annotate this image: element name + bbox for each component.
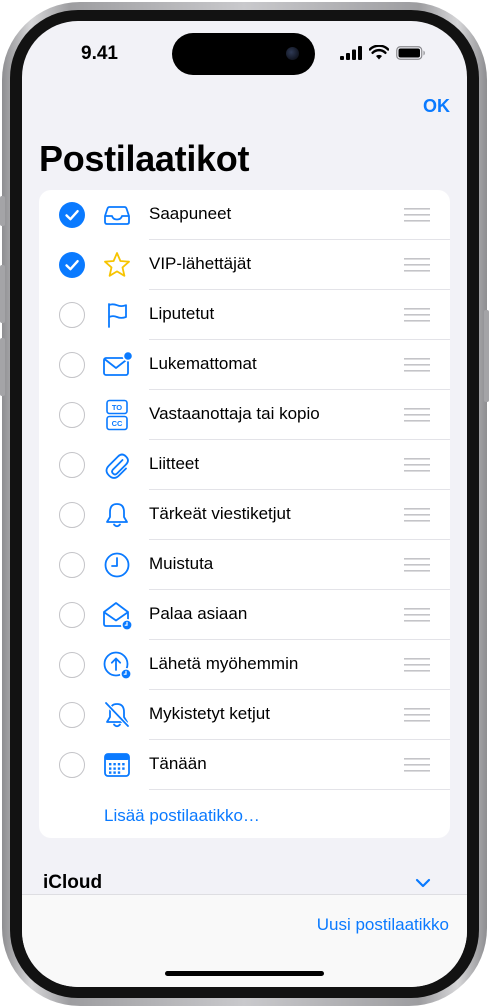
- mailbox-label: Palaa asiaan: [149, 604, 248, 623]
- page-title: Postilaatikot: [39, 138, 250, 179]
- mailbox-label: VIP-lähettäjät: [149, 254, 252, 273]
- reorder-handle-icon[interactable]: [404, 608, 430, 622]
- status-icons: [340, 45, 426, 60]
- checkbox-unchecked[interactable]: [59, 602, 85, 628]
- mailbox-label: Liitteet: [149, 454, 200, 473]
- add-mailbox-link[interactable]: Lisää postilaatikko…: [104, 806, 260, 826]
- mailbox-label: Lukemattomat: [149, 354, 257, 373]
- mailbox-row-muistuta[interactable]: Muistuta: [39, 540, 450, 590]
- screen: 9.41 OK Postilaatikot Saapuneet VIP-lähe…: [22, 21, 467, 987]
- send-later-icon: [103, 651, 132, 680]
- checkbox-unchecked[interactable]: [59, 702, 85, 728]
- checkmark-icon: [65, 260, 79, 271]
- bottom-toolbar: Uusi postilaatikko: [22, 894, 467, 987]
- mailbox-row-mykistetyt[interactable]: Mykistetyt ketjut: [39, 690, 450, 740]
- row-separator: [149, 789, 450, 790]
- inbox-tray-icon: [104, 206, 130, 225]
- reorder-handle-icon[interactable]: [404, 458, 430, 472]
- mailbox-label: Tänään: [149, 754, 207, 773]
- mailbox-label: Saapuneet: [149, 204, 232, 223]
- checkmark-icon: [65, 210, 79, 221]
- reorder-handle-icon[interactable]: [404, 208, 430, 222]
- to-cc-icon: TO CC: [106, 399, 128, 431]
- bell-slash-icon: [104, 701, 130, 728]
- mailbox-label: Muistuta: [149, 554, 214, 573]
- mailbox-row-tanaan[interactable]: Tänään: [39, 740, 450, 790]
- checkbox-unchecked[interactable]: [59, 452, 85, 478]
- reorder-handle-icon[interactable]: [404, 408, 430, 422]
- envelope-unread-icon: [103, 350, 133, 376]
- volume-down-button: [0, 338, 5, 396]
- front-camera: [286, 47, 299, 60]
- new-mailbox-button[interactable]: Uusi postilaatikko: [317, 915, 449, 935]
- home-indicator[interactable]: [165, 971, 324, 976]
- reorder-handle-icon[interactable]: [404, 358, 430, 372]
- reorder-handle-icon[interactable]: [404, 758, 430, 772]
- mailbox-row-liitteet[interactable]: Liitteet: [39, 440, 450, 490]
- reorder-handle-icon[interactable]: [404, 308, 430, 322]
- checkbox-checked[interactable]: [59, 252, 85, 278]
- mailbox-row-laheta-myohemmin[interactable]: Lähetä myöhemmin: [39, 640, 450, 690]
- mailbox-label: Liputetut: [149, 304, 215, 323]
- action-button: [0, 196, 5, 226]
- ok-button[interactable]: OK: [423, 96, 450, 117]
- mailbox-label: Mykistetyt ketjut: [149, 704, 270, 723]
- checkbox-unchecked[interactable]: [59, 552, 85, 578]
- checkbox-unchecked[interactable]: [59, 652, 85, 678]
- checkbox-unchecked[interactable]: [59, 402, 85, 428]
- power-button: [484, 310, 489, 402]
- flag-icon: [108, 303, 127, 328]
- mailbox-label: Lähetä myöhemmin: [149, 654, 299, 673]
- checkbox-checked[interactable]: [59, 202, 85, 228]
- wifi-icon: [369, 45, 389, 60]
- mailbox-row-liputetut[interactable]: Liputetut: [39, 290, 450, 340]
- reorder-handle-icon[interactable]: [404, 508, 430, 522]
- status-time: 9.41: [81, 43, 118, 64]
- checkbox-unchecked[interactable]: [59, 752, 85, 778]
- mailbox-label: Tärkeät viestiketjut: [149, 504, 291, 523]
- mailbox-row-lukemattomat[interactable]: Lukemattomat: [39, 340, 450, 390]
- volume-up-button: [0, 265, 5, 323]
- paperclip-icon: [105, 453, 129, 479]
- checkbox-unchecked[interactable]: [59, 302, 85, 328]
- mailbox-row-palaa-asiaan[interactable]: Palaa asiaan: [39, 590, 450, 640]
- battery-icon: [396, 45, 425, 60]
- status-bar: 9.41: [22, 21, 467, 87]
- mailbox-row-vip[interactable]: VIP-lähettäjät: [39, 240, 450, 290]
- calendar-icon: [104, 753, 130, 777]
- cc-label: CC: [112, 419, 123, 428]
- mailbox-label: Vastaanottaja tai kopio: [149, 404, 320, 423]
- checkbox-unchecked[interactable]: [59, 502, 85, 528]
- bell-icon: [106, 503, 128, 528]
- clock-icon: [104, 552, 130, 578]
- star-icon: [104, 252, 130, 277]
- mailbox-row-to-cc[interactable]: TO CC Vastaanottaja tai kopio: [39, 390, 450, 440]
- cellular-signal-icon: [340, 45, 362, 60]
- reorder-handle-icon[interactable]: [404, 658, 430, 672]
- mailbox-row-saapuneet[interactable]: Saapuneet: [39, 190, 450, 240]
- checkbox-unchecked[interactable]: [59, 352, 85, 378]
- reorder-handle-icon[interactable]: [404, 558, 430, 572]
- mailbox-row-tarkeat[interactable]: Tärkeät viestiketjut: [39, 490, 450, 540]
- envelope-follow-up-icon: [103, 602, 133, 631]
- to-label: TO: [112, 403, 122, 412]
- dynamic-island: [172, 33, 315, 75]
- section-header-icloud[interactable]: iCloud: [43, 872, 102, 894]
- chevron-down-icon[interactable]: [415, 878, 431, 888]
- reorder-handle-icon[interactable]: [404, 258, 430, 272]
- mailbox-list: Saapuneet VIP-lähettäjät Liputetut Lukem…: [39, 190, 450, 838]
- reorder-handle-icon[interactable]: [404, 708, 430, 722]
